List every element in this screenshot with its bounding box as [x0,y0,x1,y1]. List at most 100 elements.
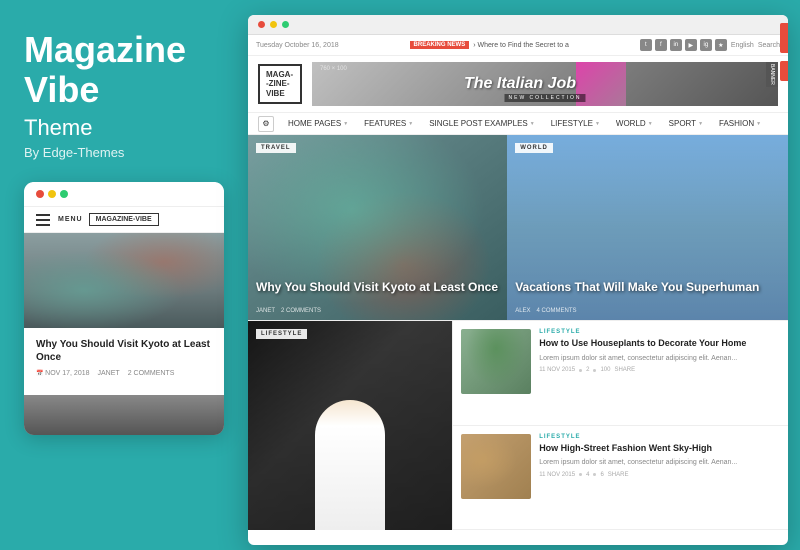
nav-arrow: ▼ [756,121,761,127]
article2-share[interactable]: SHARE [608,472,629,478]
lower-left-article[interactable]: LIFESTYLE [248,321,453,530]
dot-yellow [48,190,56,198]
banner-size: 760 × 100 [320,66,347,72]
left-panel: Magazine Vibe Theme By Edge-Themes MENU … [0,0,248,550]
meta-dot [579,473,582,476]
small-excerpt-2: Lorem ipsum dolor sit amet, consectetur … [539,458,780,468]
hero-right-article[interactable]: WORLD Vacations That Will Make You Super… [507,135,788,320]
linkedin-icon[interactable]: in [670,39,682,51]
mobile-article-meta: NOV 17, 2018 JANET 2 COMMENTS [36,370,212,377]
nav-arrow: ▼ [343,121,348,127]
instagram-icon[interactable]: ig [700,39,712,51]
article2-date: 11 NOV 2015 [539,472,575,478]
social-icons: t f in ▶ ig ★ [640,39,727,51]
twitter-icon[interactable]: t [640,39,652,51]
site-header: MAGA- -ZINE- VIBE 760 × 100 The Italian … [248,56,788,113]
small-article-content-2: LIFESTYLE How High-Street Fashion Went S… [539,434,780,522]
settings-icon[interactable]: ⚙ [258,116,274,132]
nav-single-post[interactable]: SINGLE POST EXAMPLES ▼ [421,113,543,134]
small-article-image-1 [461,329,531,394]
article2-likes: 4 [586,472,589,478]
banner-new-collection: NEW COLLECTION [504,94,585,102]
article1-comments: 100 [600,367,610,373]
nav-arrow: ▼ [698,121,703,127]
nav-home-pages[interactable]: HOME PAGES ▼ [280,113,356,134]
small-meta-2: 11 NOV 2015 4 6 SHARE [539,472,780,478]
nav-sport[interactable]: SPORT ▼ [661,113,711,134]
meta-dot [579,369,582,372]
site-topbar: Tuesday October 16, 2018 BREAKING NEWS ›… [248,35,788,56]
lower-right-column: LIFESTYLE How to Use Houseplants to Deco… [453,321,788,530]
article2-comments: 6 [600,472,603,478]
mobile-article-title: Why You Should Visit Kyoto at Least Once [36,338,212,364]
small-excerpt-1: Lorem ipsum dolor sit amet, consectetur … [539,354,780,364]
mobile-card-content: Why You Should Visit Kyoto at Least Once… [24,328,224,387]
mobile-nav-bar: MENU MAGAZINE-VIBE [24,206,224,233]
meta-date: NOV 17, 2018 [36,370,90,377]
banner-text: The Italian Job [464,75,576,93]
brand-title: Magazine Vibe [24,30,224,109]
article1-likes: 2 [586,367,589,373]
nav-arrow: ▼ [530,121,535,127]
hero-left-author: JANET [256,308,275,314]
meta-comments: 2 COMMENTS [128,370,175,377]
dot-green [60,190,68,198]
hero-right-meta: ALEX 4 COMMENTS [515,308,780,314]
lower-left-tag: LIFESTYLE [256,329,307,339]
indoor-photo [24,233,224,328]
article1-share[interactable]: SHARE [614,367,635,373]
hero-right-comments: 4 COMMENTS [537,308,577,314]
site-nav: ⚙ HOME PAGES ▼ FEATURES ▼ SINGLE POST EX… [248,113,788,135]
red-accent-2 [780,61,788,81]
hamburger-icon [36,214,50,226]
breaking-news-label: BREAKING NEWS [410,41,470,49]
nav-arrow: ▼ [408,121,413,127]
facebook-icon[interactable]: f [655,39,667,51]
small-article-content-1: LIFESTYLE How to Use Houseplants to Deco… [539,329,780,417]
hero-left-tag: TRAVEL [256,143,296,153]
mobile-logo: MAGAZINE-VIBE [89,213,159,226]
search-button[interactable]: Search [758,42,780,49]
breaking-news-text: › Where to Find the Secret to a [473,42,569,49]
youtube-icon[interactable]: ▶ [685,39,697,51]
browser-dot-green[interactable] [282,21,289,28]
nav-lifestyle[interactable]: LIFESTYLE ▼ [543,113,608,134]
mobile-mockup: MENU MAGAZINE-VIBE Why You Should Visit … [24,182,224,435]
hero-right-tag: WORLD [515,143,553,153]
small-article-2[interactable]: LIFESTYLE How High-Street Fashion Went S… [453,426,788,531]
topbar-breaking: BREAKING NEWS › Where to Find the Secret… [410,41,569,49]
mobile-card-header [24,182,224,206]
red-accent-1 [780,23,788,53]
nav-world[interactable]: WORLD ▼ [608,113,661,134]
article1-date: 11 NOV 2015 [539,367,575,373]
hero-left-meta: JANET 2 COMMENTS [256,308,499,314]
small-title-2: How High-Street Fashion Went Sky-High [539,443,780,455]
small-article-1[interactable]: LIFESTYLE How to Use Houseplants to Deco… [453,321,788,426]
nav-arrow: ▼ [648,121,653,127]
hero-right-author: ALEX [515,308,530,314]
meta-dot [593,473,596,476]
dot-red [36,190,44,198]
lower-left-image [248,321,452,530]
nav-fashion[interactable]: FASHION ▼ [711,113,769,134]
nav-features[interactable]: FEATURES ▼ [356,113,421,134]
lower-section: LIFESTYLE LIFESTYLE How to Use Houseplan… [248,320,788,530]
nav-arrow: ▼ [595,121,600,127]
banner-label: BANNER [766,62,778,87]
site-logo: MAGA- -ZINE- VIBE [258,64,302,105]
star-icon[interactable]: ★ [715,39,727,51]
small-meta-1: 11 NOV 2015 2 100 SHARE [539,367,780,373]
browser-chrome [248,15,788,35]
hero-right-title: Vacations That Will Make You Superhuman [515,280,780,296]
browser-dot-red[interactable] [258,21,265,28]
meta-dot [593,369,596,372]
small-tag-2: LIFESTYLE [539,434,780,440]
brand-by: By Edge-Themes [24,145,224,160]
menu-label: MENU [58,216,83,223]
browser-dot-yellow[interactable] [270,21,277,28]
hero-left-article[interactable]: TRAVEL Why You Should Visit Kyoto at Lea… [248,135,507,320]
lang-selector[interactable]: English [731,42,754,49]
topbar-date: Tuesday October 16, 2018 [256,42,339,49]
browser-mockup: Tuesday October 16, 2018 BREAKING NEWS ›… [248,15,788,545]
hero-section: TRAVEL Why You Should Visit Kyoto at Lea… [248,135,788,320]
